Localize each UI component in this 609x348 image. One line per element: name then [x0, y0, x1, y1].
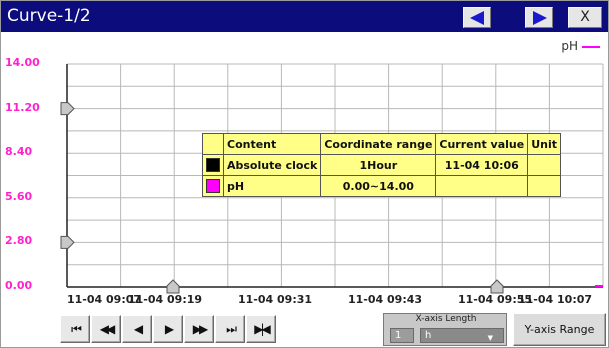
x-tick-label: 11-04 09:19: [128, 293, 203, 306]
x-tick-label: 11-04 10:07: [518, 293, 593, 306]
x-tick-label: 11-04 09:43: [348, 293, 423, 306]
y-tick-label: 11.20: [5, 100, 40, 114]
chevron-down-icon: ▼: [487, 334, 493, 342]
last-page-icon: ⏭: [226, 322, 237, 336]
curve-window: Curve-1/2 X pH 14.00 11.20 8.40 5.60 2.80 0.0…: [0, 0, 609, 348]
y-tick-label: 0.00: [5, 279, 33, 292]
y-tick-label: 2.80: [5, 234, 33, 248]
swatch-cell: [202, 175, 224, 197]
step-back-button[interactable]: ◀: [122, 315, 152, 343]
x-axis-length-title: X-axis Length: [415, 314, 477, 324]
x-axis-length-value-input[interactable]: 1: [390, 328, 414, 343]
row-content: Absolute clock: [222, 154, 322, 176]
header-current-value: Current value: [435, 133, 529, 155]
swatch-header-cell: [202, 133, 224, 155]
header-coordinate-range: Coordinate range: [320, 133, 437, 155]
header-content: Content: [222, 133, 322, 155]
row-range: 1Hour: [320, 154, 437, 176]
step-back-icon: ◀: [133, 322, 143, 336]
row-current-value: 11-04 10:06: [435, 154, 529, 176]
jump-icon: ▶|◀: [254, 322, 270, 336]
fast-back-button[interactable]: ◀◀: [91, 315, 121, 343]
row-unit: [527, 175, 561, 197]
fast-back-icon: ◀◀: [99, 322, 116, 336]
x-axis-length-control: X-axis Length 1 h ▼: [383, 313, 507, 346]
row-content: pH: [222, 175, 322, 197]
row-unit: [527, 154, 561, 176]
jump-button[interactable]: ▶|◀: [246, 315, 276, 343]
first-page-icon: ⏮: [71, 322, 82, 336]
row-range: 0.00~14.00: [320, 175, 437, 197]
step-forward-icon: ▶: [164, 322, 174, 336]
y-tick-label: 14.00: [5, 56, 40, 69]
table-row: pH 0.00~14.00: [202, 175, 561, 197]
first-page-button[interactable]: ⏮: [60, 315, 90, 343]
black-color-swatch: [206, 158, 220, 172]
header-unit: Unit: [527, 133, 561, 155]
magenta-color-swatch: [206, 179, 220, 193]
fast-forward-icon: ▶▶: [192, 322, 209, 336]
y-tick-label: 5.60: [5, 189, 33, 203]
last-page-button[interactable]: ⏭: [215, 315, 245, 343]
table-row: Absolute clock 1Hour 11-04 10:06: [202, 154, 561, 176]
step-forward-button[interactable]: ▶: [153, 315, 183, 343]
row-current-value: [435, 175, 529, 197]
fast-forward-button[interactable]: ▶▶: [184, 315, 214, 343]
x-tick-label: 11-04 09:31: [238, 293, 313, 306]
curve-info-table: Content Coordinate range Current value U…: [202, 133, 561, 197]
x-axis-length-unit-select[interactable]: h ▼: [420, 328, 504, 343]
swatch-cell: [202, 154, 224, 176]
y-axis-range-button[interactable]: Y-axis Range: [513, 313, 606, 346]
y-tick-label: 8.40: [5, 145, 33, 159]
info-table-header-row: Content Coordinate range Current value U…: [202, 133, 561, 155]
unit-value: h: [425, 330, 432, 341]
